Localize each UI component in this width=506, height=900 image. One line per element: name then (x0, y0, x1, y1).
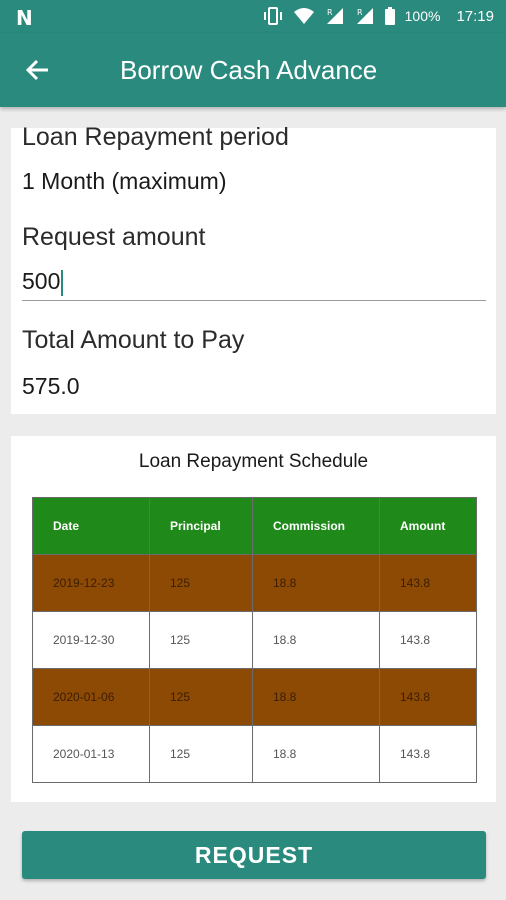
vibrate-icon (263, 7, 282, 25)
table-row: 2019-12-30 125 18.8 143.8 (32, 611, 477, 669)
cell-principal: 125 (149, 611, 253, 669)
cell-amount: 143.8 (379, 668, 477, 726)
cell-amount: 143.8 (379, 611, 477, 669)
status-clock: 17:19 (456, 7, 494, 25)
schedule-table: Date Principal Commission Amount 2019-12… (32, 497, 477, 783)
signal-icon-1: R (326, 8, 343, 24)
cell-amount: 143.8 (379, 725, 477, 783)
cell-date: 2020-01-06 (32, 668, 150, 726)
cell-date: 2020-01-13 (32, 725, 150, 783)
svg-text:R: R (327, 8, 333, 17)
header-principal: Principal (149, 497, 253, 555)
request-amount-value: 500 (22, 268, 61, 294)
app-bar: Borrow Cash Advance (0, 33, 506, 107)
cell-amount: 143.8 (379, 554, 477, 612)
status-icons: R R 100% 17:19 (263, 7, 494, 25)
notification-n-icon: N (16, 6, 33, 30)
svg-text:R: R (357, 8, 363, 17)
cell-principal: 125 (149, 668, 253, 726)
cell-commission: 18.8 (252, 668, 380, 726)
cell-commission: 18.8 (252, 725, 380, 783)
status-bar: N R R 100% 17:19 (0, 0, 506, 33)
cell-date: 2019-12-23 (32, 554, 150, 612)
total-amount-value: 575.0 (22, 373, 80, 399)
header-amount: Amount (379, 497, 477, 555)
cell-principal: 125 (149, 554, 253, 612)
cell-date: 2019-12-30 (32, 611, 150, 669)
wifi-icon (293, 8, 314, 24)
page-title: Borrow Cash Advance (120, 55, 378, 85)
table-row: 2020-01-06 125 18.8 143.8 (32, 668, 477, 726)
total-amount-label: Total Amount to Pay (22, 326, 245, 354)
request-amount-input[interactable]: 500 (22, 268, 486, 301)
loan-form-card: Loan Repayment period 1 Month (maximum) … (11, 123, 496, 414)
text-cursor (61, 269, 64, 296)
table-row: 2019-12-23 125 18.8 143.8 (32, 554, 477, 612)
header-commission: Commission (252, 497, 380, 555)
battery-icon (384, 7, 395, 25)
cell-commission: 18.8 (252, 554, 380, 612)
table-header-row: Date Principal Commission Amount (32, 497, 477, 555)
signal-icon-2: R (356, 8, 373, 24)
header-date: Date (32, 497, 150, 555)
cell-principal: 125 (149, 725, 253, 783)
period-label: Loan Repayment period (22, 123, 289, 151)
table-row: 2020-01-13 125 18.8 143.8 (32, 725, 477, 783)
request-button[interactable]: REQUEST (22, 831, 486, 879)
repayment-schedule-card: Loan Repayment Schedule Date Principal C… (11, 436, 496, 802)
period-value: 1 Month (maximum) (22, 168, 227, 194)
schedule-title: Loan Repayment Schedule (138, 451, 369, 472)
request-amount-label: Request amount (22, 223, 206, 251)
back-arrow-icon[interactable] (24, 56, 52, 84)
cell-commission: 18.8 (252, 611, 380, 669)
battery-percent: 100% (404, 8, 441, 24)
